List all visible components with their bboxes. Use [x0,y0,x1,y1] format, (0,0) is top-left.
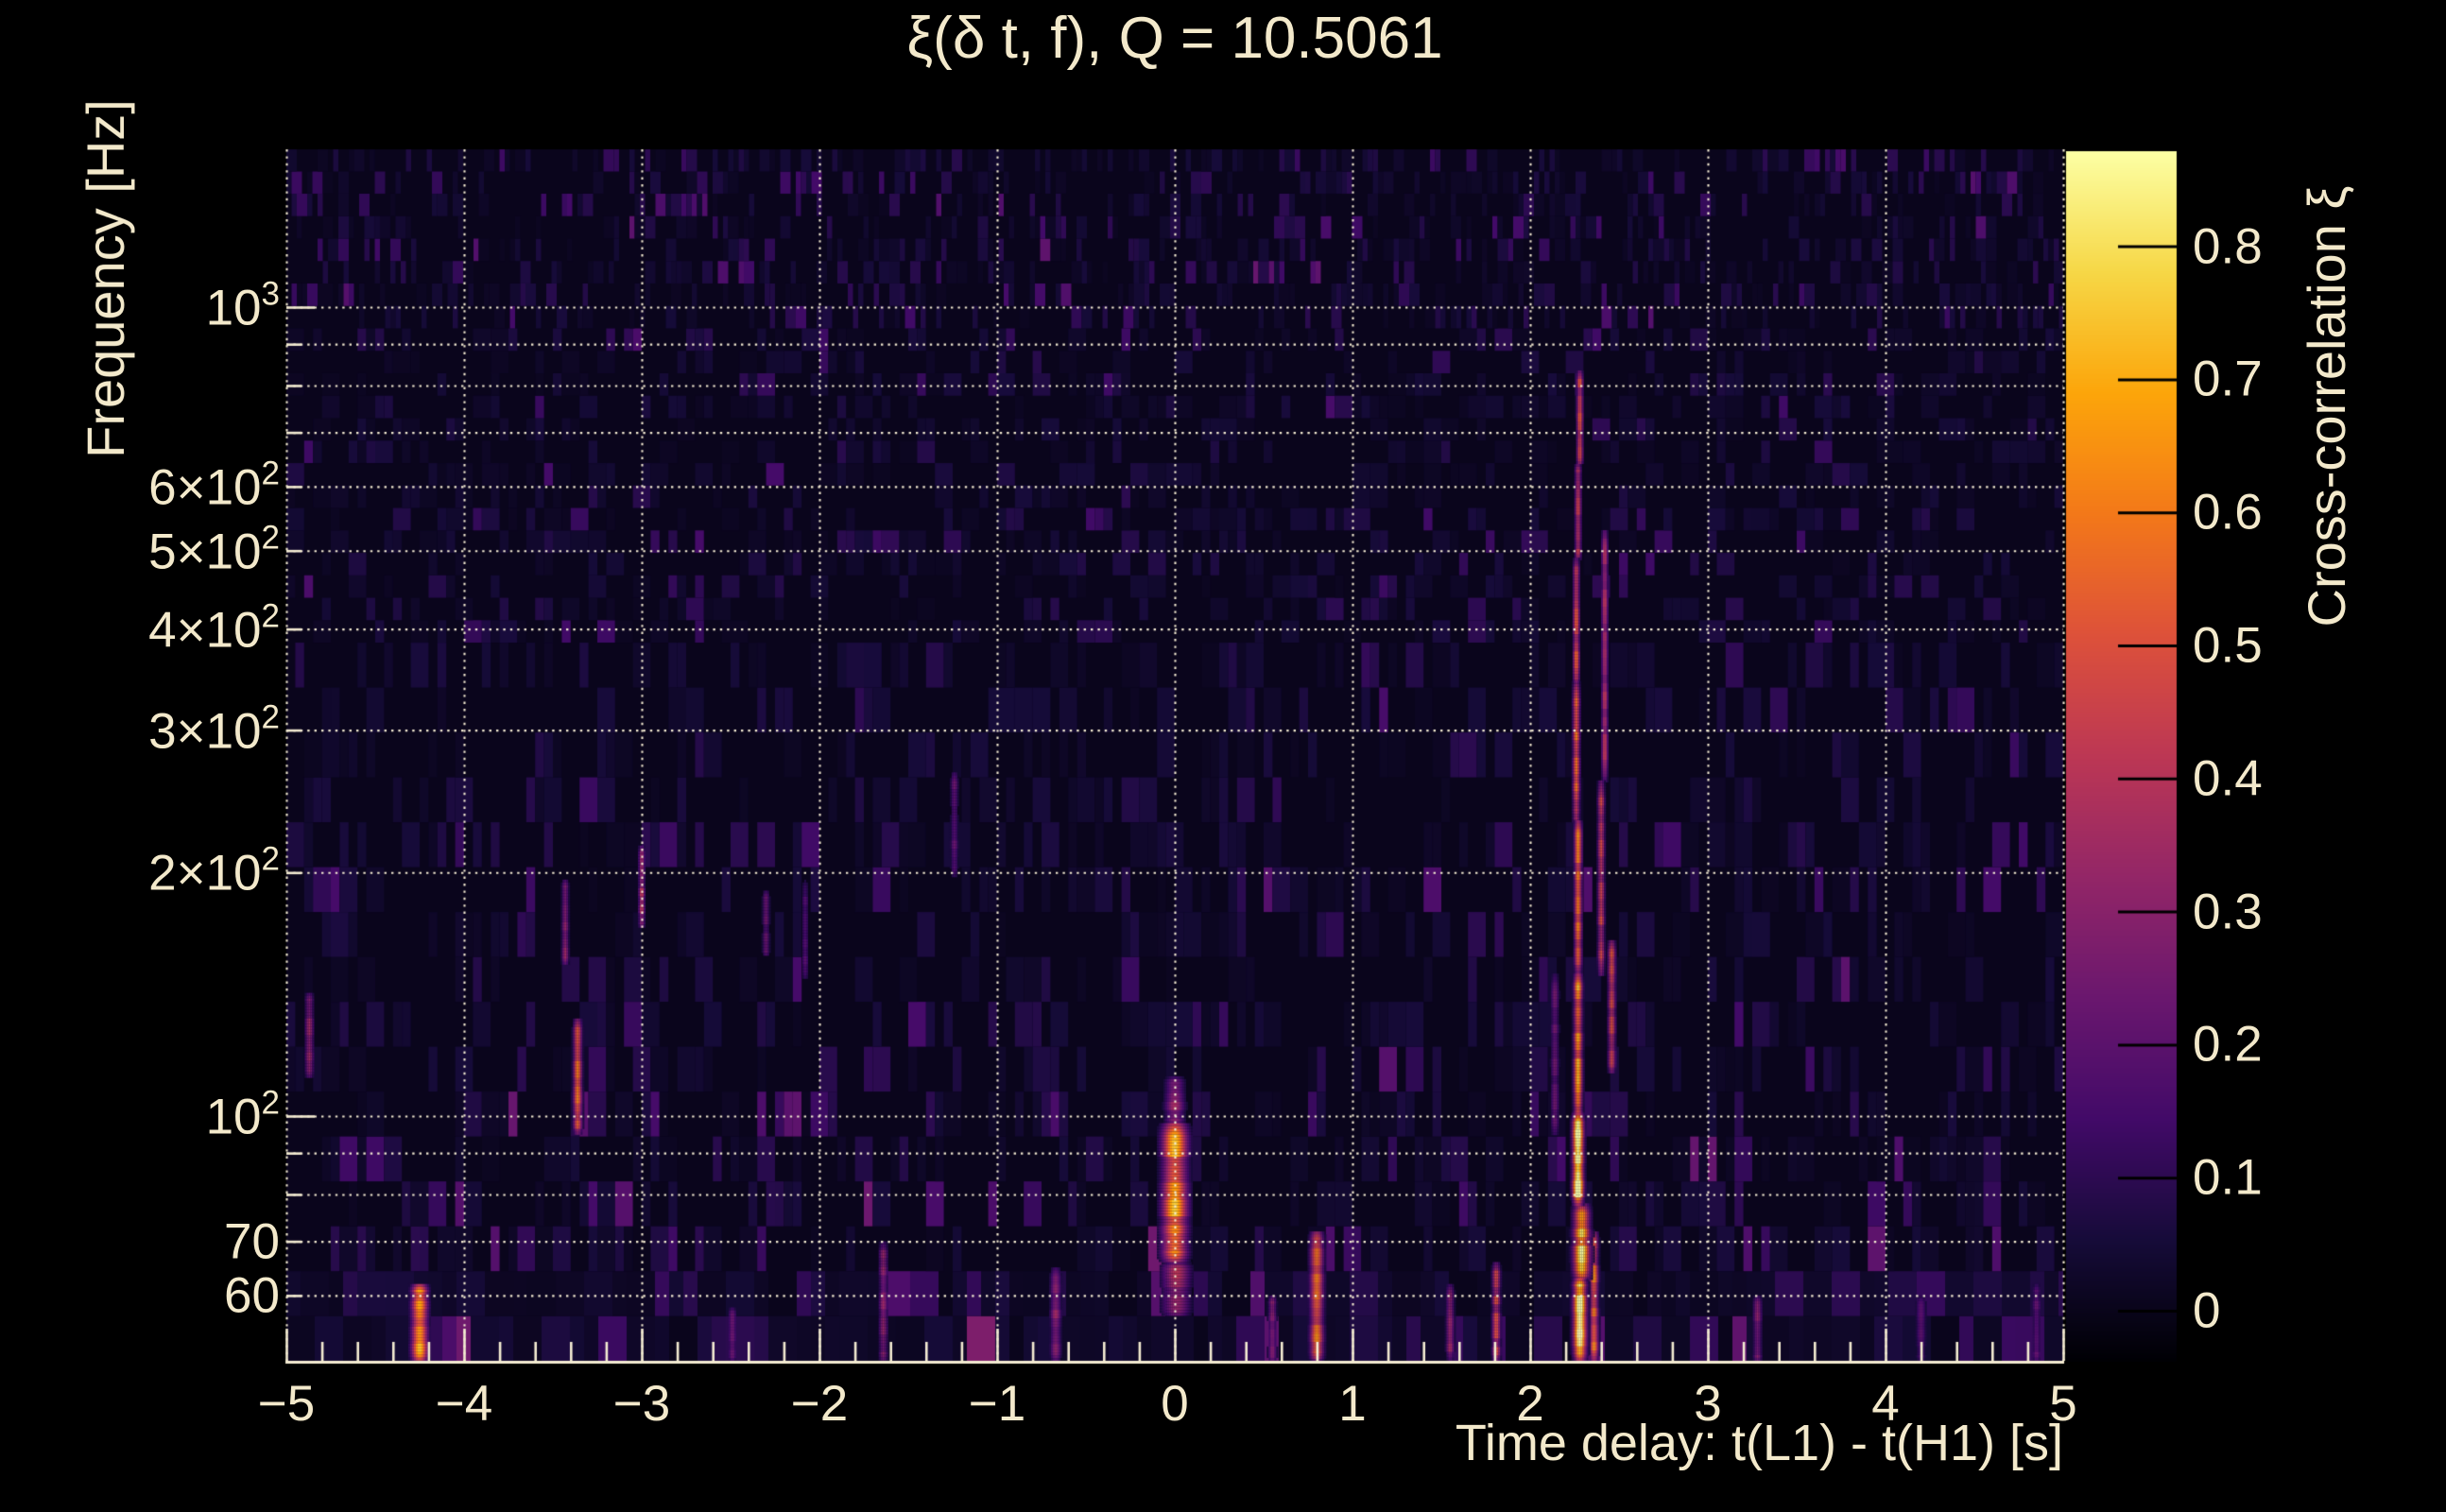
colorbar-tick-label: 0.6 [2193,484,2263,541]
colorbar-tick-label: 0.8 [2193,218,2263,275]
y-tick-mantissa: 60 [224,1267,280,1324]
colorbar-tick-label: 0.3 [2193,884,2263,940]
y-tick-mantissa: 4×10 [148,601,262,658]
plot-title: ξ(δ t, f), Q = 10.5061 [906,6,1443,71]
colorbar-tick-label: 0.4 [2193,750,2263,807]
y-tick-mantissa: 70 [224,1213,280,1270]
colorbar-tick-label: 0.2 [2193,1016,2263,1073]
y-tick-mantissa: 10 [205,1089,262,1145]
y-tick-exponent: 2 [261,455,280,492]
x-tick-label: −4 [435,1376,493,1432]
y-tick-exponent: 2 [261,840,280,878]
y-tick-label: 102 [205,1084,280,1146]
x-tick-label: −2 [790,1376,849,1432]
colorbar-title: Cross-correlation ξ [2297,185,2356,627]
x-axis-title: Time delay: t(L1) - t(H1) [s] [1455,1415,2063,1471]
y-tick-label: 70 [224,1212,280,1270]
y-tick-exponent: 2 [261,519,280,557]
colorbar-tick-label: 0.1 [2193,1149,2263,1206]
y-tick-exponent: 2 [261,597,280,635]
y-tick-mantissa: 5×10 [148,524,262,579]
x-tick-label: 2 [1516,1376,1544,1432]
colorbar-tick-label: 0.7 [2193,351,2263,407]
y-tick-label: 6×102 [148,455,280,517]
y-tick-label: 60 [224,1266,280,1324]
y-tick-mantissa: 10 [205,280,262,336]
colorbar-tick-label: 0 [2193,1282,2221,1339]
x-tick-label: 1 [1338,1376,1367,1432]
y-tick-label: 3×102 [148,698,280,760]
y-tick-label: 2×102 [148,840,280,902]
y-tick-mantissa: 2×10 [148,845,262,902]
x-tick-label: −3 [612,1376,671,1432]
x-tick-label: −5 [257,1376,316,1432]
y-axis-title: Frequency [Hz] [76,99,135,458]
heatmap-canvas [0,0,2446,1512]
y-tick-mantissa: 3×10 [148,702,262,759]
y-tick-exponent: 3 [261,275,280,313]
colorbar-tick-label: 0.5 [2193,617,2263,674]
y-tick-label: 4×102 [148,597,280,659]
x-tick-label: 0 [1161,1376,1189,1432]
x-tick-label: −1 [968,1376,1026,1432]
x-tick-label: 4 [1871,1376,1900,1432]
x-tick-label: 5 [2049,1376,2077,1432]
y-tick-label: 103 [205,275,280,337]
y-tick-mantissa: 6×10 [148,459,262,516]
y-tick-exponent: 2 [261,1084,280,1122]
y-tick-label: 5×102 [148,519,280,580]
y-tick-exponent: 2 [261,698,280,736]
x-tick-label: 3 [1694,1376,1722,1432]
